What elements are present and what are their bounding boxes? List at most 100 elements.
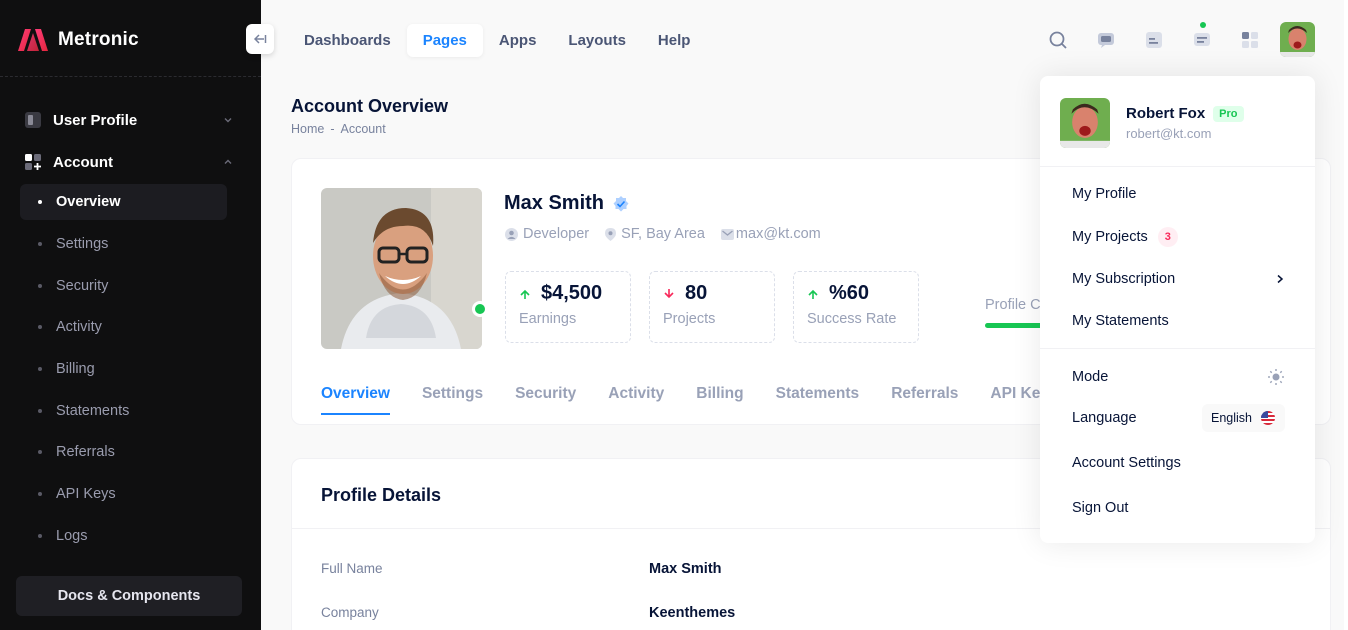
breadcrumb: Home - Account bbox=[291, 122, 386, 136]
docs-components-button[interactable]: Docs & Components bbox=[16, 576, 242, 616]
menu-item-label: Sign Out bbox=[1072, 500, 1129, 516]
sidebar-section-label: Account bbox=[53, 153, 113, 171]
sidebar-item-settings[interactable]: Settings bbox=[20, 226, 227, 262]
profile-photo bbox=[321, 188, 482, 349]
chat-icon[interactable] bbox=[1090, 24, 1122, 56]
bullet-icon bbox=[38, 450, 42, 454]
bullet-icon bbox=[38, 325, 42, 329]
bullet-icon bbox=[38, 409, 42, 413]
user-avatar-button[interactable] bbox=[1280, 22, 1315, 57]
sidebar-divider bbox=[0, 76, 261, 77]
app-logo[interactable]: Metronic bbox=[16, 26, 139, 54]
detail-key: Company bbox=[321, 605, 379, 620]
user-menu-header: Robert Fox Pro robert@kt.com bbox=[1060, 98, 1244, 148]
sun-icon[interactable] bbox=[1267, 368, 1285, 386]
sidebar-item-billing[interactable]: Billing bbox=[20, 351, 227, 387]
profile-meta: Developer SF, Bay Area max@kt.com bbox=[505, 226, 821, 242]
stat-label: Projects bbox=[663, 311, 716, 327]
breadcrumb-separator: - bbox=[330, 122, 335, 136]
sidebar-item-referrals[interactable]: Referrals bbox=[20, 434, 227, 470]
menu-item-label: Mode bbox=[1072, 369, 1109, 385]
nav-pages[interactable]: Pages bbox=[406, 23, 483, 57]
profile-location-text: SF, Bay Area bbox=[621, 226, 705, 242]
tab-overview[interactable]: Overview bbox=[321, 385, 390, 415]
bullet-icon bbox=[38, 284, 42, 288]
bullet-icon bbox=[38, 492, 42, 496]
chevron-right-icon bbox=[1277, 274, 1284, 284]
sidebar-section-user-profile[interactable]: User Profile bbox=[24, 105, 234, 135]
arrow-left-icon bbox=[253, 34, 267, 44]
search-icon[interactable] bbox=[1042, 24, 1074, 56]
inbox-icon[interactable] bbox=[1138, 24, 1170, 56]
sidebar-item-label: API Keys bbox=[56, 486, 116, 502]
page-title: Account Overview bbox=[291, 96, 449, 116]
tab-activity[interactable]: Activity bbox=[608, 385, 664, 415]
sidebar-item-label: Activity bbox=[56, 319, 102, 335]
menu-item-my-statements[interactable]: My Statements bbox=[1072, 313, 1285, 329]
sidebar-item-security[interactable]: Security bbox=[20, 268, 227, 304]
sidebar-item-api-keys[interactable]: API Keys bbox=[20, 476, 227, 512]
language-value: English bbox=[1211, 411, 1252, 425]
profile-name[interactable]: Max Smith bbox=[504, 192, 604, 215]
tab-security[interactable]: Security bbox=[515, 385, 576, 415]
menu-item-my-subscription[interactable]: My Subscription bbox=[1072, 271, 1285, 287]
profile-location[interactable]: SF, Bay Area bbox=[605, 226, 705, 242]
nav-apps[interactable]: Apps bbox=[483, 24, 553, 57]
sidebar-item-label: Security bbox=[56, 278, 109, 294]
apps-grid-icon[interactable] bbox=[1234, 24, 1266, 56]
breadcrumb-home[interactable]: Home bbox=[291, 122, 324, 136]
profile-completion-label: Profile C bbox=[985, 297, 1041, 313]
menu-item-mode[interactable]: Mode bbox=[1072, 366, 1285, 388]
sidebar-item-label: Billing bbox=[56, 361, 95, 377]
header-toolbar bbox=[1042, 22, 1282, 58]
notification-icon[interactable] bbox=[1186, 22, 1218, 56]
language-selector[interactable]: English bbox=[1202, 404, 1285, 432]
sidebar-item-overview[interactable]: Overview bbox=[20, 184, 227, 220]
tab-billing[interactable]: Billing bbox=[696, 385, 743, 415]
bullet-icon bbox=[38, 367, 42, 371]
chevron-down-icon bbox=[224, 118, 232, 123]
avatar bbox=[1280, 22, 1315, 57]
top-navigation: Dashboards Pages Apps Layouts Help bbox=[288, 22, 706, 58]
menu-item-label: My Projects bbox=[1072, 229, 1148, 245]
menu-item-my-projects[interactable]: My Projects 3 bbox=[1072, 227, 1285, 247]
app-name: Metronic bbox=[58, 29, 139, 50]
profile-email[interactable]: max@kt.com bbox=[720, 226, 821, 242]
nav-dashboards[interactable]: Dashboards bbox=[288, 24, 407, 57]
arrow-up-icon bbox=[808, 289, 818, 299]
avatar bbox=[1060, 98, 1110, 148]
menu-item-my-profile[interactable]: My Profile bbox=[1072, 186, 1285, 202]
sidebar-item-label: Statements bbox=[56, 403, 130, 419]
sidebar-toggle-button[interactable] bbox=[246, 24, 274, 54]
nav-layouts[interactable]: Layouts bbox=[552, 24, 642, 57]
menu-item-account-settings[interactable]: Account Settings bbox=[1072, 455, 1285, 471]
stat-success-rate: %60 Success Rate bbox=[793, 271, 919, 343]
stat-label: Success Rate bbox=[807, 311, 897, 327]
sidebar-item-label: Overview bbox=[56, 194, 121, 210]
profile-completion-bar bbox=[985, 323, 1045, 328]
breadcrumb-account: Account bbox=[340, 122, 386, 136]
nav-help[interactable]: Help bbox=[642, 24, 707, 57]
menu-item-language[interactable]: Language English bbox=[1072, 404, 1285, 432]
notification-badge bbox=[1200, 22, 1206, 28]
menu-item-sign-out[interactable]: Sign Out bbox=[1072, 500, 1285, 516]
sidebar-item-activity[interactable]: Activity bbox=[20, 309, 227, 345]
sidebar-item-statements[interactable]: Statements bbox=[20, 393, 227, 429]
sidebar: Metronic User Profile Account Overview S… bbox=[0, 0, 261, 630]
window-edge bbox=[1344, 0, 1348, 630]
sidebar-item-logs[interactable]: Logs bbox=[20, 518, 227, 554]
tab-statements[interactable]: Statements bbox=[776, 385, 860, 415]
stat-value: 80 bbox=[685, 282, 708, 304]
chevron-up-icon bbox=[224, 159, 232, 164]
sidebar-section-account[interactable]: Account bbox=[24, 147, 234, 177]
sidebar-item-label: Logs bbox=[56, 528, 88, 544]
detail-value: Keenthemes bbox=[649, 605, 736, 621]
stat-projects: 80 Projects bbox=[649, 271, 775, 343]
profile-role[interactable]: Developer bbox=[505, 226, 589, 242]
sidebar-item-label: Referrals bbox=[56, 444, 115, 460]
profile-details-title: Profile Details bbox=[321, 485, 442, 505]
tab-referrals[interactable]: Referrals bbox=[891, 385, 958, 415]
verified-badge-icon bbox=[613, 195, 629, 211]
tab-settings[interactable]: Settings bbox=[422, 385, 483, 415]
stat-value: %60 bbox=[829, 282, 870, 304]
